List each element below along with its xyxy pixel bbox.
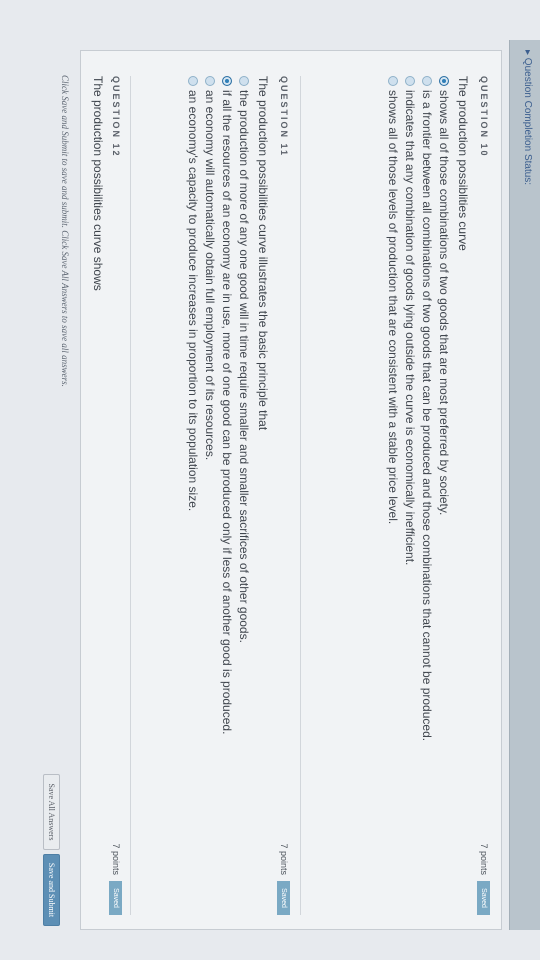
answer-option[interactable]: shows all of those combinations of two g… [437, 76, 451, 915]
question-prompt: The production possibilities curve illus… [256, 76, 270, 431]
option-text: shows all of those combinations of two g… [437, 90, 451, 516]
answer-option[interactable]: indicates that any combination of goods … [403, 76, 417, 915]
answer-option[interactable]: an economy will automatically obtain ful… [203, 76, 217, 915]
option-text: an economy's capacity to produce increas… [186, 90, 200, 512]
save-all-answers-button[interactable]: Save All Answers [43, 774, 60, 850]
radio-selected-icon[interactable] [222, 76, 232, 86]
question-completion-status-bar: ▸ Question Completion Status: [509, 40, 540, 930]
radio-icon[interactable] [188, 76, 198, 86]
option-text: the production of more of any one good w… [237, 90, 251, 643]
radio-selected-icon[interactable] [439, 76, 449, 86]
points-label: 7 points [479, 843, 489, 875]
saved-badge: Saved [277, 881, 290, 915]
question-completion-status-link[interactable]: ▸ Question Completion Status: [522, 50, 533, 185]
option-text: shows all of those levels of production … [386, 90, 400, 525]
answer-option[interactable]: the production of more of any one good w… [237, 76, 251, 915]
question-prompt: The production possibilities curve shows [91, 76, 105, 291]
points-label: 7 points [279, 843, 289, 875]
question-prompt: The production possiblities curve [456, 76, 470, 251]
answer-option[interactable]: an economy's capacity to produce increas… [186, 76, 200, 915]
assessment-page: ▸ Question Completion Status: QUESTION 1… [0, 0, 540, 960]
radio-icon[interactable] [205, 76, 215, 86]
answer-option[interactable]: if all the resources of an economy are i… [220, 76, 234, 915]
questions-panel: QUESTION 10 7 points Saved The productio… [80, 50, 502, 930]
save-and-submit-button[interactable]: Save and Submit [43, 854, 60, 926]
option-text: an economy will automatically obtain ful… [203, 90, 217, 461]
question-heading: QUESTION 10 [479, 76, 489, 158]
points-label: 7 points [111, 843, 121, 875]
question-11: QUESTION 11 7 points Saved The productio… [186, 76, 290, 915]
radio-icon[interactable] [405, 76, 415, 86]
question-heading: QUESTION 12 [111, 76, 121, 158]
answer-option[interactable]: shows all of those levels of production … [386, 76, 400, 915]
option-text: is a frontier between all combinations o… [420, 90, 434, 742]
divider [130, 76, 131, 915]
option-text: if all the resources of an economy are i… [220, 90, 234, 735]
saved-badge: Saved [477, 881, 490, 915]
answer-option[interactable]: is a frontier between all combinations o… [420, 76, 434, 915]
photo-background: ▸ Question Completion Status: QUESTION 1… [0, 0, 540, 960]
saved-badge: Saved [109, 881, 122, 915]
question-10: QUESTION 10 7 points Saved The productio… [386, 76, 490, 915]
question-heading: QUESTION 11 [279, 76, 289, 158]
divider [300, 76, 301, 915]
radio-icon[interactable] [422, 76, 432, 86]
radio-icon[interactable] [239, 76, 249, 86]
question-12: QUESTION 12 7 points Saved The productio… [91, 76, 122, 915]
option-text: indicates that any combination of goods … [403, 90, 417, 566]
submit-instructions: Click Save and Submit to save and submit… [60, 75, 70, 387]
radio-icon[interactable] [388, 76, 398, 86]
